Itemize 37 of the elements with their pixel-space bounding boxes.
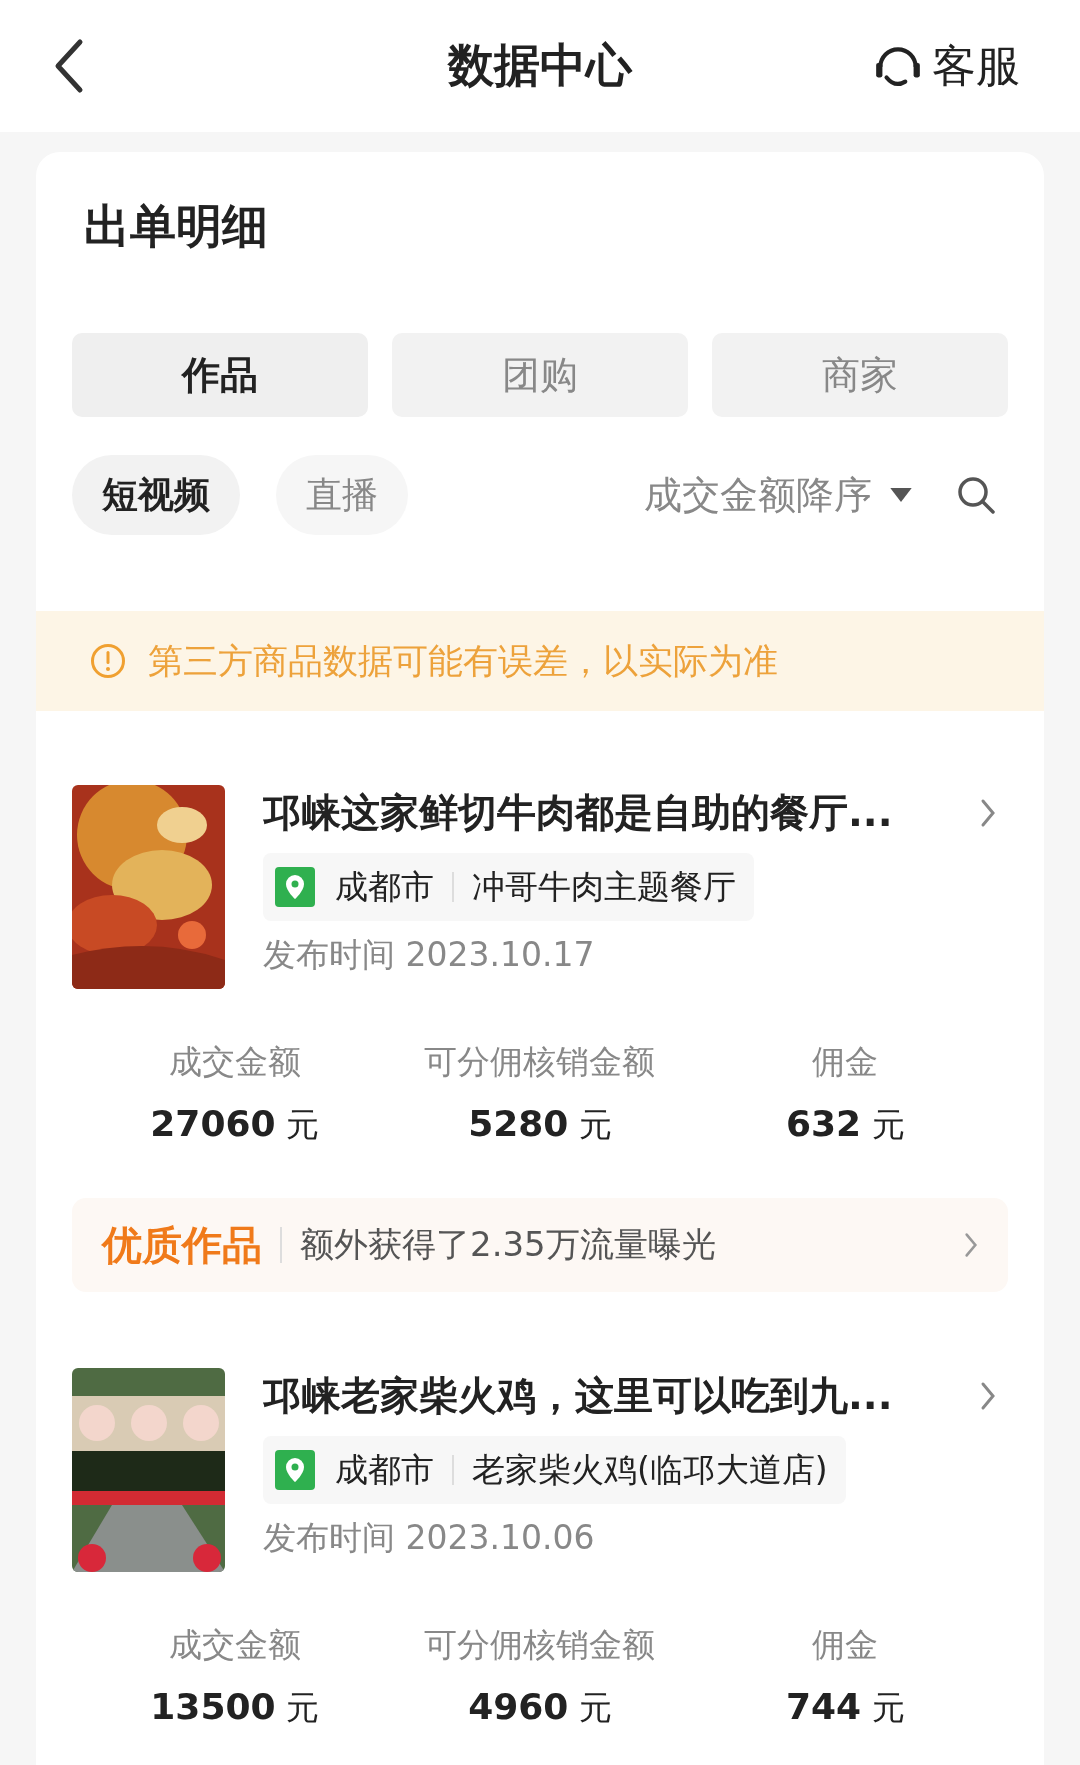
quality-text: 额外获得了2.35万流量曝光: [300, 1223, 716, 1266]
stat-label: 佣金: [811, 1041, 880, 1083]
chevron-right-icon[interactable]: [980, 1381, 996, 1411]
chevron-right-icon: [964, 1232, 978, 1258]
stat-value: 13500 元: [149, 1685, 321, 1729]
notice-text: 第三方商品数据可能有误差，以实际为准: [148, 639, 778, 683]
search-icon[interactable]: [956, 475, 996, 515]
publish-date: 发布时间 2023.10.17: [263, 934, 596, 976]
caret-icon: [890, 487, 912, 503]
tab[interactable]: 作品: [72, 333, 368, 417]
location-tag[interactable]: 成都市 老家柴火鸡(临邛大道店): [263, 1436, 846, 1504]
page-title: 数据中心: [448, 37, 632, 94]
video-title[interactable]: 邛崃这家鲜切牛肉都是自助的餐厅...: [263, 786, 980, 840]
sort-dropdown[interactable]: 成交金额降序: [644, 469, 912, 521]
back-icon[interactable]: [54, 38, 84, 94]
stat-label: 成交金额: [167, 1624, 302, 1666]
filter-chip[interactable]: 短视频: [72, 455, 240, 535]
stat-value: 4960 元: [467, 1685, 613, 1729]
section-title: 出单明细: [83, 198, 269, 255]
stat-label: 可分佣核销金额: [423, 1624, 657, 1666]
location-tag[interactable]: 成都市 冲哥牛肉主题餐厅: [263, 853, 754, 921]
stat-label: 成交金额: [167, 1041, 302, 1083]
stat-value: 5280 元: [467, 1102, 613, 1146]
video-title[interactable]: 邛崃老家柴火鸡，这里可以吃到九...: [263, 1369, 980, 1423]
customer-service-button[interactable]: 客服: [872, 36, 1020, 96]
stat-label: 可分佣核销金额: [423, 1041, 657, 1083]
stat-value: 632 元: [785, 1102, 906, 1146]
quality-label: 优质作品: [102, 1220, 262, 1270]
stat-value: 27060 元: [149, 1102, 321, 1146]
warning-icon: [90, 643, 126, 679]
publish-date: 发布时间 2023.10.06: [263, 1517, 596, 1559]
stat-label: 佣金: [811, 1624, 880, 1666]
chevron-right-icon[interactable]: [980, 798, 996, 828]
location-pin-icon: [275, 1450, 315, 1490]
stat-value: 744 元: [785, 1685, 906, 1729]
quality-banner[interactable]: 优质作品 额外获得了2.35万流量曝光: [72, 1198, 1008, 1292]
location-pin-icon: [275, 867, 315, 907]
